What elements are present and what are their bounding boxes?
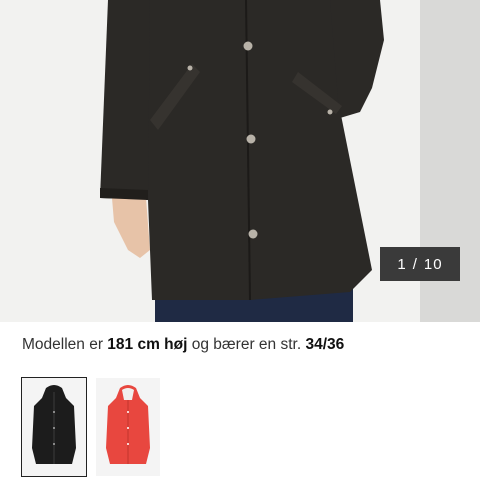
model-size-caption: Modellen er 181 cm høj og bærer en str. …: [22, 336, 344, 354]
counter-total: 10: [423, 255, 443, 273]
caption-prefix: Modellen er: [22, 336, 108, 353]
model-height: 181 cm høj: [107, 336, 188, 353]
hand: [112, 198, 150, 258]
left-sleeve: [100, 0, 155, 200]
black-jacket-thumbnail: [32, 385, 76, 464]
swatch-black[interactable]: [21, 377, 87, 477]
counter-current: 1: [397, 255, 407, 273]
color-swatches: [21, 377, 160, 477]
counter-separator: /: [412, 255, 418, 273]
caption-middle: og bærer en str.: [187, 336, 306, 353]
swatch-red[interactable]: [96, 378, 160, 476]
image-counter: 1 / 10: [380, 247, 460, 281]
snap-button: [248, 229, 258, 239]
snap-button: [246, 134, 256, 144]
model-size: 34/36: [305, 336, 345, 353]
product-photo: [100, 0, 384, 322]
red-jacket-thumbnail: [106, 385, 150, 464]
snap-button: [243, 41, 253, 51]
